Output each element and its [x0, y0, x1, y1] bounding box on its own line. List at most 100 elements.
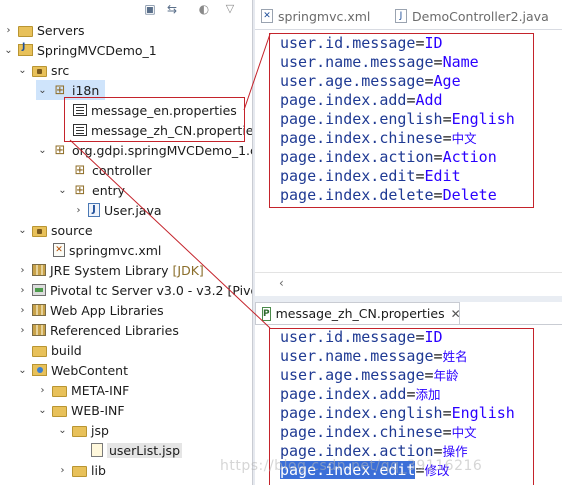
equals-sign: = [442, 110, 452, 128]
property-value: 操作 [442, 444, 468, 459]
property-key: page.index.english [280, 110, 443, 128]
property-key: page.index.chinese [280, 129, 443, 147]
collapse-icon[interactable]: ⌄ [56, 425, 69, 436]
collapse-icon[interactable]: ⌄ [36, 85, 49, 96]
tree-item-label: WEB-INF [71, 402, 125, 418]
link-with-editor-icon[interactable]: ⇆ [164, 1, 180, 17]
code-line[interactable]: page.index.chinese=中文 [280, 423, 477, 442]
tree-item-jsp-folder[interactable]: ⌄ jsp [56, 420, 109, 440]
property-value: English [451, 404, 515, 422]
code-line[interactable]: page.index.delete=Delete [280, 186, 497, 205]
folder-icon [72, 465, 87, 477]
folder-icon [18, 25, 33, 37]
tree-item-label: User.java [104, 202, 162, 218]
tree-item-label: lib [91, 462, 106, 478]
tree-item-springmvc-xml[interactable]: ✕ springmvc.xml [50, 240, 161, 260]
property-value: 修改 [424, 463, 450, 478]
property-key: page.index.action [280, 442, 434, 460]
tree-item-entry[interactable]: ⌄ ⊞ entry [56, 180, 125, 200]
tree-item-server-runtime[interactable]: › Pivotal tc Server v3.0 - v3.2 [Pivot [16, 280, 253, 300]
tree-item-web-app-libraries[interactable]: › Web App Libraries [16, 300, 164, 320]
tree-item-webcontent[interactable]: ⌄ WebContent [16, 360, 128, 380]
code-line[interactable]: page.index.english=English [280, 404, 515, 423]
expand-icon[interactable]: › [16, 305, 29, 316]
tree-item-org-package[interactable]: ⌄ ⊞ org.gdpi.springMVCDemo_1.c [36, 140, 252, 160]
code-line[interactable]: user.id.message=ID [280, 34, 443, 53]
property-value: Delete [442, 186, 497, 204]
tree-item-label: jsp [91, 422, 109, 438]
scroll-left-icon[interactable]: ‹ [279, 276, 284, 290]
tree-item-label: META-INF [71, 382, 130, 398]
collapse-icon[interactable]: ⌄ [36, 405, 49, 416]
horizontal-scrollbar[interactable]: ‹ [255, 272, 562, 296]
expand-icon[interactable]: › [72, 205, 85, 216]
collapse-icon[interactable]: ⌄ [16, 65, 29, 76]
tab-springmvc-xml[interactable]: ✕ springmvc.xml [261, 6, 370, 26]
tab-message-zh-cn-properties[interactable]: P message_zh_CN.properties ✕ [255, 302, 461, 324]
tree-item-jre-library[interactable]: › JRE System Library [JDK] [16, 260, 204, 280]
tree-item-referenced-libraries[interactable]: › Referenced Libraries [16, 320, 179, 340]
collapse-icon[interactable]: ⌄ [16, 365, 29, 376]
expand-icon[interactable]: › [2, 25, 15, 36]
expand-icon[interactable]: › [16, 285, 29, 296]
java-file-icon: J [395, 9, 407, 23]
code-line[interactable]: user.name.message=Name [280, 53, 479, 72]
source-folder-icon [32, 65, 47, 77]
code-line[interactable]: user.age.message=Age [280, 72, 461, 91]
library-icon [32, 304, 46, 316]
property-value: Add [415, 91, 443, 109]
tree-item-source[interactable]: ⌄ source [16, 220, 92, 240]
project-explorer: ▣ ⇆ ◐ ▽ › Servers ⌄ SpringMVCDemo_1 ⌄ sr… [0, 0, 252, 485]
close-icon[interactable]: ✕ [451, 307, 461, 321]
code-line[interactable]: user.name.message=姓名 [280, 347, 468, 366]
tree-item-web-inf[interactable]: ⌄ WEB-INF [36, 400, 125, 420]
tree-item-user-java[interactable]: › J User.java [72, 200, 162, 220]
property-value: 中文 [451, 131, 477, 146]
collapse-icon[interactable]: ⌄ [16, 225, 29, 236]
tree-item-lib[interactable]: › lib [56, 460, 106, 480]
code-line-selected[interactable]: page.index.edit=修改 [280, 461, 450, 480]
editor-tab-bar: ✕ springmvc.xml J DemoController2.java [255, 0, 562, 30]
tree-item-userlist-jsp[interactable]: userList.jsp [88, 440, 183, 460]
collapse-icon[interactable]: ⌄ [56, 185, 69, 196]
code-line[interactable]: user.id.message=ID [280, 328, 443, 347]
tab-democontroller2-java[interactable]: J DemoController2.java [395, 6, 549, 26]
tree-item-label: Web App Libraries [50, 302, 164, 318]
code-line[interactable]: page.index.action=Action [280, 148, 497, 167]
equals-sign: = [433, 148, 443, 166]
tree-item-build[interactable]: build [16, 340, 82, 360]
property-key: page.index.edit [280, 167, 416, 185]
collapse-icon[interactable]: ⌄ [2, 45, 15, 56]
tree-item-controller[interactable]: ⊞ controller [56, 160, 152, 180]
tree-item-servers[interactable]: › Servers [2, 20, 85, 40]
code-line[interactable]: page.index.english=English [280, 110, 515, 129]
equals-sign: = [415, 167, 425, 185]
tree-item-project[interactable]: ⌄ SpringMVCDemo_1 [2, 40, 156, 60]
property-value: Age [433, 72, 461, 90]
code-line[interactable]: page.index.edit=Edit [280, 167, 461, 186]
expand-icon[interactable]: › [36, 385, 49, 396]
folder-icon [32, 345, 47, 357]
tab-label: springmvc.xml [278, 8, 371, 24]
property-key: user.name.message [280, 347, 434, 365]
library-icon [32, 324, 46, 336]
focus-icon[interactable]: ◐ [196, 1, 212, 17]
expand-icon[interactable]: › [56, 465, 69, 476]
equals-sign: = [415, 34, 425, 52]
code-line[interactable]: page.index.action=操作 [280, 442, 468, 461]
code-line[interactable]: user.age.message=年龄 [280, 366, 459, 385]
tree-item-label: springmvc.xml [69, 242, 162, 258]
expand-icon[interactable]: › [16, 265, 29, 276]
expand-icon[interactable]: › [16, 325, 29, 336]
tree-item-src[interactable]: ⌄ src [16, 60, 69, 80]
view-menu-icon[interactable]: ▽ [222, 1, 238, 17]
web-content-folder-icon [32, 364, 47, 376]
tree-item-label: controller [92, 162, 152, 178]
collapse-all-icon[interactable]: ▣ [142, 1, 158, 17]
code-line[interactable]: page.index.add=Add [280, 91, 443, 110]
code-line[interactable]: page.index.chinese=中文 [280, 129, 477, 148]
tree-item-meta-inf[interactable]: › META-INF [36, 380, 130, 400]
property-value: Edit [424, 167, 461, 185]
collapse-icon[interactable]: ⌄ [36, 145, 49, 156]
code-line[interactable]: page.index.add=添加 [280, 385, 440, 404]
